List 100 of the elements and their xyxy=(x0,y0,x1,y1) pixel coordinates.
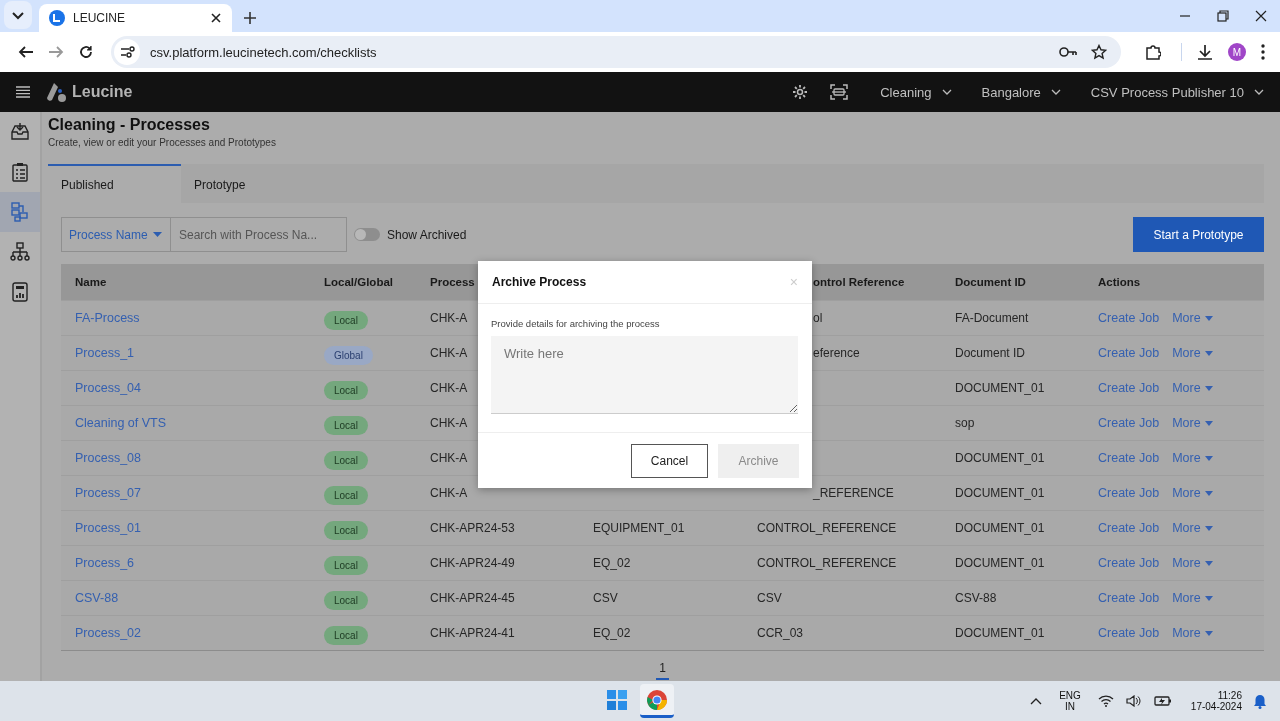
url-text: csv.platform.leucinetech.com/checklists xyxy=(150,44,377,60)
scan-icon[interactable] xyxy=(830,84,849,100)
menu-icon[interactable] xyxy=(15,86,31,98)
caret-down-icon xyxy=(1204,420,1213,426)
process-link[interactable]: CSV-88 xyxy=(75,591,119,605)
address-bar[interactable]: csv.platform.leucinetech.com/checklists xyxy=(111,36,1121,68)
filter-dropdown[interactable]: Process Name xyxy=(61,217,171,252)
process-link[interactable]: Process_04 xyxy=(75,381,141,395)
cancel-button[interactable]: Cancel xyxy=(631,444,708,478)
create-job-link[interactable]: Create Job xyxy=(1098,381,1160,395)
bell-icon[interactable] xyxy=(1253,693,1267,709)
battery-icon[interactable] xyxy=(1153,695,1172,707)
column-header: Process xyxy=(430,276,475,288)
toggle-switch[interactable] xyxy=(354,228,380,241)
chevron-down-icon xyxy=(1254,89,1264,95)
more-dropdown[interactable]: More xyxy=(1172,486,1213,500)
close-icon[interactable] xyxy=(210,12,222,24)
caret-down-icon xyxy=(1204,560,1213,566)
app-logo-icon xyxy=(49,10,65,26)
new-tab-icon[interactable] xyxy=(243,11,257,25)
scope-tag: Local xyxy=(324,625,368,645)
reason-field[interactable]: Write here xyxy=(491,336,798,414)
create-job-link[interactable]: Create Job xyxy=(1098,346,1160,360)
scope-tag: Local xyxy=(324,450,368,470)
more-dropdown[interactable]: More xyxy=(1172,626,1213,640)
create-job-link[interactable]: Create Job xyxy=(1098,451,1160,465)
more-dropdown[interactable]: More xyxy=(1172,556,1213,570)
table-cell: CONTROL_REFERENCE xyxy=(757,556,897,570)
column-header: Name xyxy=(75,276,107,288)
process-link[interactable]: Process_01 xyxy=(75,521,141,535)
create-job-link[interactable]: Create Job xyxy=(1098,416,1160,430)
more-dropdown[interactable]: More xyxy=(1172,416,1213,430)
table-cell: DOCUMENT_01 xyxy=(955,521,1045,535)
caret-down-icon xyxy=(1204,595,1213,601)
reload-icon[interactable] xyxy=(78,44,94,60)
page-title: Cleaning - Processes xyxy=(48,116,211,134)
windows-icon xyxy=(606,688,628,711)
caret-down-icon xyxy=(1204,490,1213,496)
key-icon[interactable] xyxy=(1059,46,1077,58)
process-link[interactable]: Process_02 xyxy=(75,626,141,640)
forward-icon[interactable] xyxy=(48,44,64,60)
create-job-link[interactable]: Create Job xyxy=(1098,521,1160,535)
taskbar-app[interactable] xyxy=(640,684,674,718)
search-field[interactable]: Search with Process Na... xyxy=(171,217,347,252)
process-link[interactable]: Cleaning of VTS xyxy=(75,416,167,430)
scope-tag: Local xyxy=(324,555,368,575)
tab[interactable]: Published xyxy=(48,164,181,203)
back-icon[interactable] xyxy=(18,44,34,60)
process-link[interactable]: FA-Process xyxy=(75,311,140,325)
more-dropdown[interactable]: More xyxy=(1172,381,1213,395)
tab-title: LEUCINE xyxy=(73,11,126,25)
table-cell: CSV xyxy=(757,591,782,605)
caret-down-icon xyxy=(1204,455,1213,461)
process-link[interactable]: Process_08 xyxy=(75,451,141,465)
more-dropdown[interactable]: More xyxy=(1172,346,1213,360)
puzzle-icon[interactable] xyxy=(1145,44,1161,60)
create-job-link[interactable]: Create Job xyxy=(1098,311,1160,325)
create-job-link[interactable]: Create Job xyxy=(1098,556,1160,570)
browser-tab[interactable]: LEUCINE xyxy=(39,4,232,32)
scope-tag: Local xyxy=(324,310,368,330)
chevron-up-icon[interactable] xyxy=(1030,697,1043,705)
create-job-link[interactable]: Create Job xyxy=(1098,626,1160,640)
close-button[interactable]: × xyxy=(789,274,798,290)
tab-list-icon[interactable] xyxy=(4,1,32,29)
clock-time[interactable]: 11:26 xyxy=(1217,690,1242,701)
more-dropdown[interactable]: More xyxy=(1172,521,1213,535)
site-settings-icon[interactable] xyxy=(114,39,140,65)
profile-avatar[interactable]: M xyxy=(1228,43,1246,61)
start-prototype-button[interactable]: Start a Prototype xyxy=(1133,217,1264,252)
page-subtitle: Create, view or edit your Processes and Prototypes xyxy=(48,137,277,148)
dialog-title: Archive Process xyxy=(492,275,587,289)
speaker-icon[interactable] xyxy=(1125,695,1142,707)
caret-down-icon xyxy=(1204,315,1213,321)
column-header: Document ID xyxy=(955,276,1026,288)
process-link[interactable]: Process_1 xyxy=(75,346,135,360)
create-job-link[interactable]: Create Job xyxy=(1098,486,1160,500)
calculator-icon xyxy=(10,282,30,302)
clock-date[interactable]: 17-04-2024 xyxy=(1190,701,1242,712)
star-icon[interactable] xyxy=(1091,44,1107,60)
table-cell: CHK-A xyxy=(430,486,468,500)
more-dropdown[interactable]: More xyxy=(1172,451,1213,465)
create-job-link[interactable]: Create Job xyxy=(1098,591,1160,605)
close-icon[interactable] xyxy=(1255,10,1267,22)
region-indicator[interactable]: IN xyxy=(1065,701,1075,712)
logo-icon xyxy=(45,82,67,102)
more-dropdown[interactable]: More xyxy=(1172,591,1213,605)
more-dropdown[interactable]: More xyxy=(1172,311,1213,325)
more-icon[interactable] xyxy=(1261,44,1265,60)
settings-icon[interactable] xyxy=(792,84,809,100)
process-link[interactable]: Process_6 xyxy=(75,556,135,570)
download-icon[interactable] xyxy=(1197,44,1213,60)
header-dropdown[interactable]: CSV Process Publisher 10 xyxy=(1090,84,1264,100)
language-indicator[interactable]: ENG xyxy=(1059,690,1081,701)
restore-icon[interactable] xyxy=(1217,10,1229,22)
process-link[interactable]: Process_07 xyxy=(75,486,141,500)
header-dropdown[interactable]: Bangalore xyxy=(981,84,1061,100)
table-cell: ol xyxy=(813,311,823,325)
header-dropdown[interactable]: Cleaning xyxy=(880,84,952,100)
wifi-icon[interactable] xyxy=(1097,695,1114,707)
tab[interactable]: Prototype xyxy=(181,164,314,203)
